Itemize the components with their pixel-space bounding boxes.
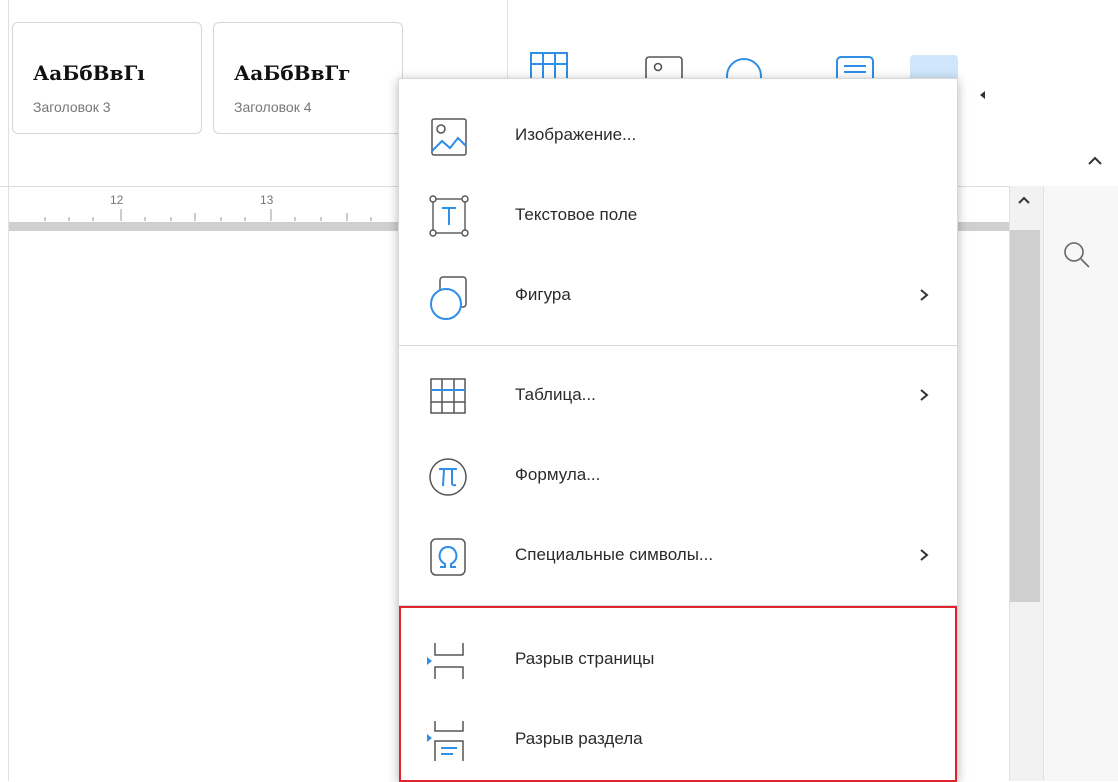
scrollbar-thumb[interactable] <box>1010 230 1040 602</box>
menu-item-label: Специальные символы... <box>515 545 714 564</box>
menu-item-label: Фигура <box>515 285 571 304</box>
menu-item-table[interactable]: Таблица... <box>399 355 957 435</box>
text-box-icon <box>429 195 469 237</box>
style-preview: АаБбВвГı <box>33 61 145 85</box>
search-icon[interactable] <box>1062 240 1092 270</box>
ruler-label: 12 <box>110 193 124 207</box>
paragraph-icon[interactable] <box>836 56 876 78</box>
table-icon <box>430 378 466 414</box>
menu-separator <box>399 345 957 346</box>
chevron-right-icon <box>920 549 929 561</box>
table-icon[interactable] <box>530 52 570 78</box>
omega-icon <box>430 538 466 576</box>
image-icon[interactable] <box>645 56 685 78</box>
shape-icon[interactable] <box>724 56 764 78</box>
chevron-right-icon <box>920 289 929 301</box>
menu-item-label: Формула... <box>515 465 601 484</box>
image-icon <box>431 118 467 156</box>
formula-icon <box>429 458 467 496</box>
style-card-heading-3[interactable]: АаБбВвГı Заголовок 3 <box>12 22 202 134</box>
style-name: Заголовок 3 <box>33 99 111 115</box>
chevron-up-icon[interactable] <box>1085 153 1105 169</box>
menu-item-formula[interactable]: Формула... <box>399 435 957 515</box>
menu-item-shape[interactable]: Фигура <box>399 255 957 335</box>
highlight-frame <box>399 606 957 782</box>
menu-item-special-symbols[interactable]: Специальные символы... <box>399 515 957 595</box>
chevron-right-icon <box>920 389 929 401</box>
scroll-left-icon[interactable] <box>978 90 988 100</box>
shape-icon <box>430 276 467 320</box>
ruler-ticks <box>44 209 372 221</box>
scroll-up-icon[interactable] <box>1016 194 1032 206</box>
menu-item-text-box[interactable]: Текстовое поле <box>399 175 957 255</box>
style-preview: АаБбВвГг <box>234 61 351 85</box>
menu-item-label: Текстовое поле <box>515 205 638 224</box>
menu-item-label: Таблица... <box>515 385 596 404</box>
insert-menu: Изображение... Текстовое поле Фигура Таб… <box>398 78 958 782</box>
menu-item-label: Изображение... <box>515 125 637 144</box>
style-card-heading-4[interactable]: АаБбВвГг Заголовок 4 <box>213 22 403 134</box>
style-name: Заголовок 4 <box>234 99 312 115</box>
side-panel <box>1043 186 1118 781</box>
menu-item-image[interactable]: Изображение... <box>399 95 957 175</box>
insert-button[interactable] <box>910 55 958 79</box>
ruler-label: 13 <box>260 193 274 207</box>
